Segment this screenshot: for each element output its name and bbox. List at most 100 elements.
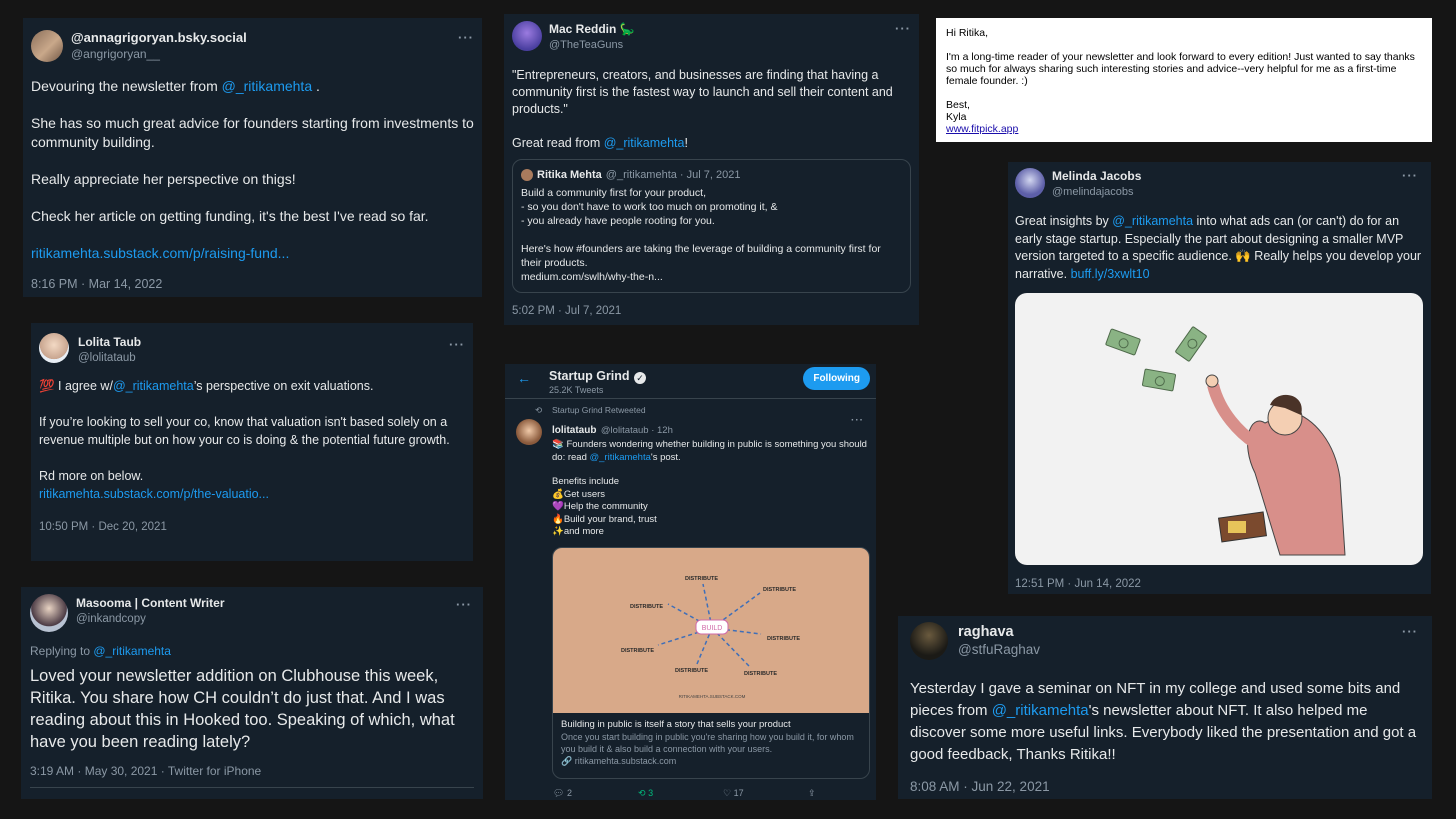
paragraph: If you’re looking to sell your co, know … [39,415,450,447]
more-options-icon[interactable]: ··· [458,30,474,45]
tweet-text: 📚 Founders wondering whether building in… [552,439,867,463]
tweet-text: "Entrepreneurs, creators, and businesses… [512,67,911,152]
tweet-card-annagrigoryan[interactable]: @annagrigoryan.bsky.social @angrigoryan_… [23,18,482,297]
more-options-icon[interactable]: ··· [851,415,864,426]
mention-link[interactable]: @_ritikamehta [604,136,685,150]
link-card-description: Once you start building in public you're… [561,731,854,754]
avatar[interactable] [910,622,948,660]
profile-header-bar: ← Startup Grind ✓ 25.2K Tweets Following [505,364,876,397]
mention-link[interactable]: @_ritikamehta [222,78,312,94]
author-name[interactable]: Mac Reddin 🦕 [549,21,635,37]
more-options-icon[interactable]: ··· [456,597,472,612]
email-greeting: Hi Ritika, [946,27,989,39]
tweet-card-raghava[interactable]: raghava @stfuRaghav ··· Yesterday I gave… [898,616,1432,799]
email-signoff: Best, [946,99,970,111]
author-name[interactable]: Lolita Taub [78,334,141,350]
like-button[interactable]: ♡ 17 [723,788,808,799]
tweet-timestamp[interactable]: 3:19 AM · May 30, 2021 · Twitter for iPh… [30,764,474,778]
tweet-header: Melinda Jacobs @melindajacobs ··· [1015,168,1424,200]
author-handle[interactable]: @stfuRaghav [958,641,1040,659]
paragraph: Rd more on below. [39,469,144,483]
article-link[interactable]: ritikamehta.substack.com/p/raising-fund.… [31,244,474,263]
reply-button[interactable]: 💬︎ 2 [553,788,638,799]
author-name[interactable]: raghava [958,623,1040,641]
paragraph: She has so much great advice for founder… [31,115,474,150]
tweet-timestamp[interactable]: 5:02 PM · Jul 7, 2021 [512,305,911,317]
diagram-label: DISTRIBUTE [767,636,800,642]
tweet-text: Yesterday I gave a seminar on NFT in my … [910,680,1417,763]
article-link[interactable]: ritikamehta.substack.com/p/the-valuatio.… [39,485,465,503]
mention-link[interactable]: @_ritikamehta [93,644,171,658]
tweet-timestamp[interactable]: 12:51 PM · Jun 14, 2022 [1015,578,1424,590]
share-button[interactable]: ⇪ [808,788,816,799]
author-name[interactable]: @annagrigoryan.bsky.social [71,30,247,46]
mention-link[interactable]: @_ritikamehta [1112,214,1193,228]
author-name[interactable]: lolitataub [552,425,596,436]
diagram-label: DISTRIBUTE [744,671,777,677]
avatar[interactable] [1015,168,1045,198]
back-arrow-icon[interactable]: ← [517,370,531,386]
email-signer: Kyla [946,111,967,123]
mention-link[interactable]: @_ritikamehta [590,452,651,463]
paragraph: Really appreciate her perspective on thi… [31,171,296,187]
avatar[interactable] [516,419,542,445]
author-handle[interactable]: @lolitataub [78,350,141,366]
retweet-button[interactable]: ⟲ 3 [638,788,723,799]
diagram-label: DISTRIBUTE [685,576,718,582]
action-bar: 💬︎ 2 ⟲ 3 ♡ 17 ⇪ [553,788,868,799]
avatar [521,169,533,181]
author-handle[interactable]: @inkandcopy [76,611,224,627]
quoted-tweet[interactable]: Ritika Mehta @_ritikamehta · Jul 7, 2021… [512,159,911,293]
more-options-icon[interactable]: ··· [895,21,911,36]
retweet-icon: ⟲ [638,787,646,798]
tweet-timestamp[interactable]: 8:08 AM · Jun 22, 2021 [910,779,1420,794]
tweet-card-startupgrind[interactable]: ← Startup Grind ✓ 25.2K Tweets Following… [505,364,876,800]
reply-icon: 💬︎ [553,787,565,798]
author-handle[interactable]: @melindajacobs [1052,184,1141,200]
tweet-header: Mac Reddin 🦕 @TheTeaGuns ··· [512,21,911,53]
more-options-icon[interactable]: ··· [1402,624,1418,639]
tweet-timestamp[interactable]: 10:50 PM · Dec 20, 2021 [39,521,465,533]
avatar[interactable] [30,594,68,632]
mention-link[interactable]: @_ritikamehta [113,379,194,393]
author-name[interactable]: Melinda Jacobs [1052,168,1141,184]
tweet-header: @annagrigoryan.bsky.social @angrigoryan_… [31,30,474,62]
tweet-card-melindajacobs[interactable]: Melinda Jacobs @melindajacobs ··· Great … [1008,162,1431,594]
author-handle[interactable]: @TheTeaGuns [549,37,635,53]
author-handle[interactable]: @lolitataub · 12h [601,425,673,436]
avatar[interactable] [512,21,542,51]
tweet-header: raghava @stfuRaghav ··· [910,622,1420,660]
tweet-timestamp[interactable]: 8:16 PM · Mar 14, 2022 [31,277,474,291]
more-options-icon[interactable]: ··· [1402,168,1418,183]
link-card-url[interactable]: 🔗 ritikamehta.substack.com [561,755,861,767]
more-options-icon[interactable]: ··· [449,337,465,352]
tweet-header: Masooma | Content Writer @inkandcopy ··· [30,594,474,632]
author-handle[interactable]: @angrigoryan__ [71,46,247,62]
verified-icon: ✓ [634,372,647,384]
link-card[interactable]: BUILD DISTRIBUTE DISTRIBUTE DISTRIBUTE D… [552,546,870,779]
mention-link[interactable]: @_ritikamehta [992,702,1089,719]
tweet-card-macreddin[interactable]: Mac Reddin 🦕 @TheTeaGuns ··· "Entreprene… [504,14,919,325]
retweet-item[interactable]: ⟲ Startup Grind Retweeted lolitataub @lol… [505,399,876,799]
article-link[interactable]: buff.ly/3xwlt10 [1071,267,1150,281]
retweet-icon: ⟲ [535,405,543,415]
diagram-center-label: BUILD [702,625,723,632]
quoted-author-name[interactable]: Ritika Mehta [537,167,602,183]
author-name[interactable]: Masooma | Content Writer [76,595,224,611]
tweet-card-lolitataub[interactable]: Lolita Taub @lolitataub ··· 💯 I agree w/… [31,323,473,561]
avatar[interactable] [39,333,69,363]
tweet-text: Great insights by @_ritikamehta into wha… [1015,214,1422,281]
benefits-list: Benefits include 💰Get users 💜Help the co… [552,476,657,537]
diagram-label: DISTRIBUTE [630,604,663,610]
avatar[interactable] [31,30,63,62]
diagram-label: DISTRIBUTE [763,587,796,593]
quoted-author-handle[interactable]: @_ritikamehta · Jul 7, 2021 [606,167,741,183]
diagram-label: DISTRIBUTE [675,668,708,674]
email-body: I'm a long-time reader of your newslette… [946,51,1415,87]
email-link[interactable]: www.fitpick.app [946,123,1018,135]
paragraph: Check her article on getting funding, it… [31,208,429,224]
tweet-text: Loved your newsletter addition on Clubho… [30,667,455,751]
tweet-card-masooma[interactable]: Masooma | Content Writer @inkandcopy ···… [21,587,483,799]
following-button[interactable]: Following [803,367,870,390]
money-illustration[interactable] [1015,293,1423,565]
